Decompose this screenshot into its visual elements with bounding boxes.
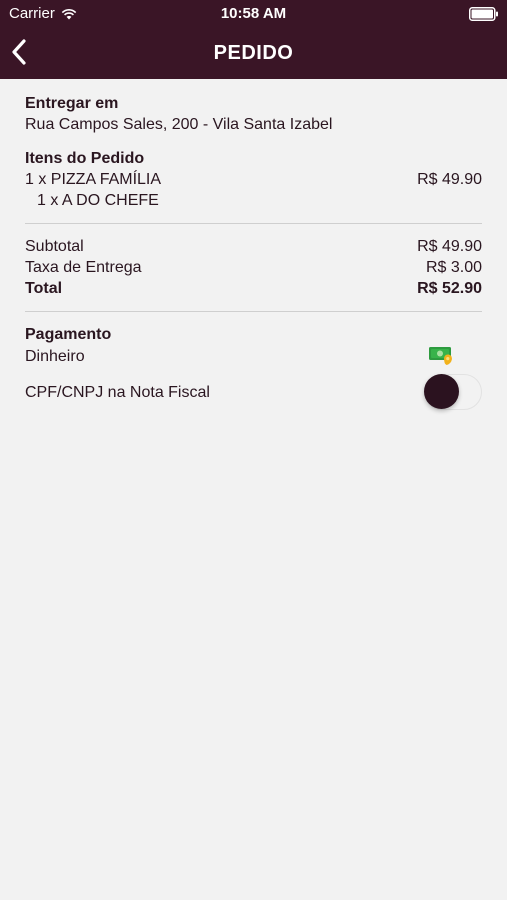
delivery-fee-label: Taxa de Entrega bbox=[25, 259, 142, 276]
battery-icon bbox=[469, 7, 498, 21]
total-row: Total R$ 52.90 bbox=[25, 278, 482, 299]
status-bar: Carrier 10:58 AM bbox=[0, 0, 507, 28]
payment-method-row[interactable]: Dinheiro bbox=[25, 345, 482, 367]
order-item-price: R$ 49.90 bbox=[417, 171, 482, 188]
total-label: Total bbox=[25, 280, 63, 297]
page-title: PEDIDO bbox=[213, 42, 294, 64]
delivery-section: Entregar em Rua Campos Sales, 200 - Vila… bbox=[25, 93, 482, 135]
payment-method: Dinheiro bbox=[25, 347, 85, 365]
order-item: 1 x PIZZA FAMÍLIA R$ 49.90 bbox=[25, 169, 482, 190]
subtotal-row: Subtotal R$ 49.90 bbox=[25, 236, 482, 257]
navigation-bar: PEDIDO bbox=[0, 28, 507, 79]
cash-icon bbox=[429, 347, 452, 365]
divider bbox=[25, 223, 482, 224]
order-details: Entregar em Rua Campos Sales, 200 - Vila… bbox=[25, 93, 482, 410]
divider bbox=[25, 311, 482, 312]
delivery-address: Rua Campos Sales, 200 - Vila Santa Izabe… bbox=[25, 116, 333, 133]
order-item-name: 1 x PIZZA FAMÍLIA bbox=[25, 171, 162, 188]
delivery-fee-row: Taxa de Entrega R$ 3.00 bbox=[25, 257, 482, 278]
delivery-fee-value: R$ 3.00 bbox=[425, 259, 482, 276]
top-bar: Carrier 10:58 AM PEDIDO bbox=[0, 0, 507, 79]
cpf-row: CPF/CNPJ na Nota Fiscal bbox=[25, 374, 482, 410]
subtotal-value: R$ 49.90 bbox=[417, 238, 482, 255]
summary-section: Subtotal R$ 49.90 Taxa de Entrega R$ 3.0… bbox=[25, 236, 482, 299]
subtotal-label: Subtotal bbox=[25, 238, 84, 255]
total-value: R$ 52.90 bbox=[417, 280, 482, 297]
order-item-option: 1 x A DO CHEFE bbox=[37, 192, 159, 209]
items-title: Itens do Pedido bbox=[25, 150, 145, 167]
cpf-toggle[interactable] bbox=[424, 374, 482, 410]
toggle-knob[interactable] bbox=[424, 374, 459, 409]
delivery-title: Entregar em bbox=[25, 95, 119, 112]
items-section: Itens do Pedido 1 x PIZZA FAMÍLIA R$ 49.… bbox=[25, 148, 482, 211]
clock: 10:58 AM bbox=[220, 5, 287, 22]
cpf-label: CPF/CNPJ na Nota Fiscal bbox=[25, 384, 210, 401]
payment-title: Pagamento bbox=[25, 326, 112, 343]
cpf-switch-wrapper bbox=[424, 374, 482, 410]
payment-section: Pagamento Dinheiro CPF/CNPJ na Nota Fisc… bbox=[25, 324, 482, 410]
